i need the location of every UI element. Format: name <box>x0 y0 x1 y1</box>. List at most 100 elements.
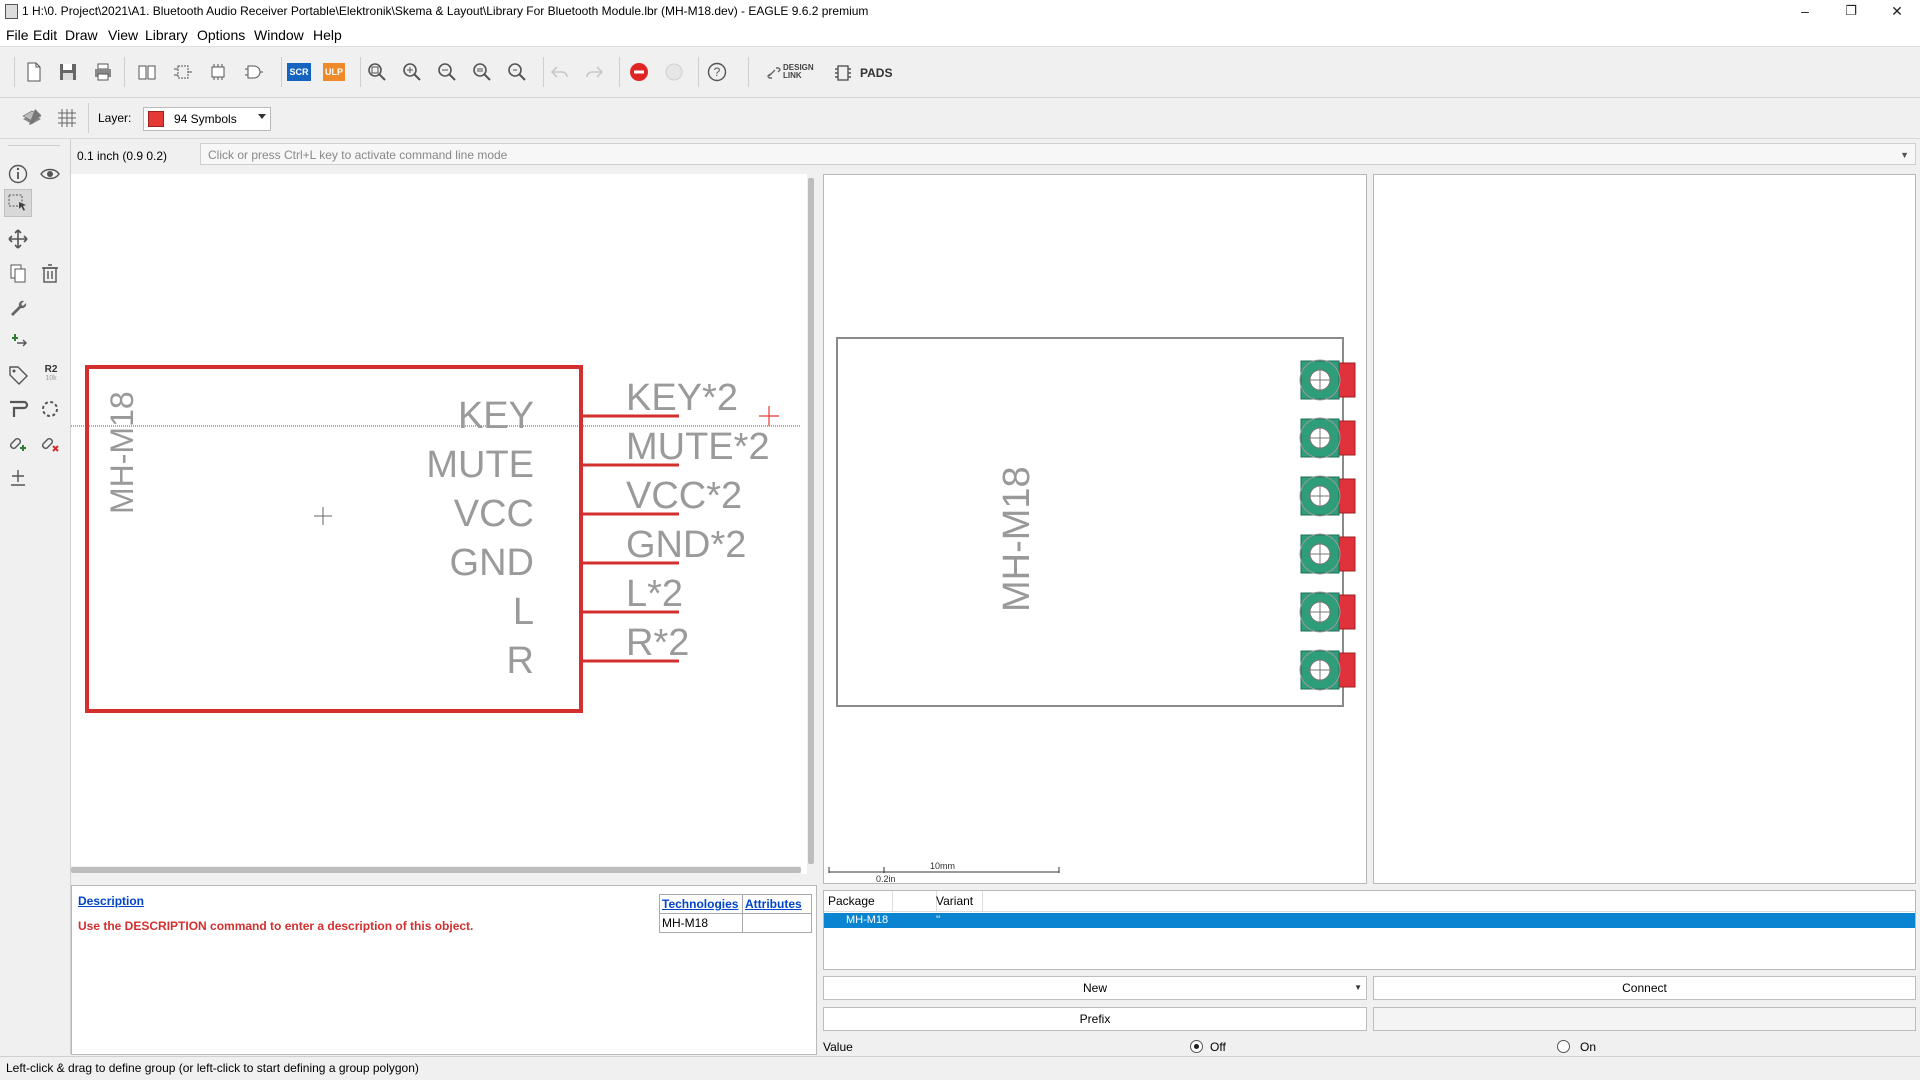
close-button[interactable]: ✕ <box>1874 0 1920 22</box>
menu-help[interactable]: Help <box>313 27 342 43</box>
minimize-button[interactable]: – <box>1782 0 1828 22</box>
parameter-toolbar: Layer: <box>0 98 1920 139</box>
command-history-chevron-icon[interactable]: ▼ <box>1900 144 1909 166</box>
symbol-hscroll-thumb[interactable] <box>71 867 801 873</box>
menu-file[interactable]: File <box>6 27 29 43</box>
copy-icon[interactable] <box>4 259 32 287</box>
print-icon[interactable] <box>89 58 117 86</box>
delete-icon[interactable] <box>36 259 64 287</box>
prefix-field[interactable] <box>1373 1007 1916 1031</box>
menu-bar: File Edit Draw View Library Options Wind… <box>0 22 1920 47</box>
value-on-label[interactable]: On <box>1580 1040 1596 1054</box>
package-outline <box>836 337 1344 707</box>
column-package[interactable]: Package <box>828 894 875 908</box>
zoom-out-icon[interactable] <box>433 58 461 86</box>
pad-6[interactable] <box>1299 649 1356 691</box>
value-tool-icon[interactable]: R2 10k <box>38 364 64 383</box>
group-select-button[interactable] <box>4 189 32 217</box>
pad-3[interactable] <box>1299 475 1356 517</box>
go-icon[interactable] <box>660 58 688 86</box>
zoom-fit-icon[interactable] <box>363 58 391 86</box>
value-on-radio[interactable] <box>1557 1040 1570 1053</box>
group-select-icon <box>8 194 26 211</box>
name-tag-icon[interactable] <box>4 361 32 389</box>
chevron-down-icon <box>258 114 266 119</box>
restore-button[interactable]: ❐ <box>1828 0 1874 22</box>
zoom-in-icon[interactable] <box>398 58 426 86</box>
pad-5[interactable] <box>1299 591 1356 633</box>
menu-draw[interactable]: Draw <box>65 27 98 43</box>
connect-button[interactable]: Connect <box>1373 976 1916 1000</box>
info-icon[interactable] <box>4 160 32 188</box>
cursor-crosshair <box>759 406 779 426</box>
package-row[interactable]: MH-M18 '' <box>824 913 1915 928</box>
mark-origin-icon[interactable] <box>4 463 32 491</box>
ulp-icon[interactable]: ULP <box>320 58 348 86</box>
symbol-vscrollbar[interactable] <box>807 174 815 864</box>
grid-icon[interactable] <box>53 104 81 132</box>
package-list: Package Variant MH-M18 '' <box>823 890 1916 970</box>
menu-window[interactable]: Window <box>254 27 304 43</box>
symbol-editor-icon[interactable] <box>169 58 197 86</box>
circle-draw-icon[interactable] <box>36 395 64 423</box>
move-icon[interactable] <box>4 225 32 253</box>
menu-edit[interactable]: Edit <box>33 27 57 43</box>
package-editor-icon[interactable] <box>204 58 232 86</box>
left-toolbar: R2 10k <box>0 139 71 1054</box>
show-eye-icon[interactable] <box>36 160 64 188</box>
device-editor-icon[interactable] <box>240 58 268 86</box>
new-file-icon[interactable] <box>20 58 48 86</box>
new-button[interactable]: New ▼ <box>823 976 1367 1000</box>
value-off-radio[interactable] <box>1190 1040 1203 1053</box>
help-icon[interactable]: ? <box>703 58 731 86</box>
pads-label[interactable]: PADS <box>860 66 892 80</box>
column-variant[interactable]: Variant <box>936 894 973 908</box>
design-link-label[interactable]: DESIGN LINK <box>783 64 814 80</box>
technologies-link[interactable]: Technologies <box>662 897 738 911</box>
package-row-variant: '' <box>936 914 941 926</box>
pad-4[interactable] <box>1299 533 1356 575</box>
add-pin-icon[interactable] <box>4 327 32 355</box>
pin-name-mute: MUTE <box>426 444 534 486</box>
zoom-select-icon[interactable] <box>503 58 531 86</box>
prefix-button[interactable]: Prefix <box>823 1007 1367 1031</box>
menu-options[interactable]: Options <box>197 27 245 43</box>
origin-cross <box>314 507 332 525</box>
description-link[interactable]: Description <box>78 894 144 908</box>
menu-library[interactable]: Library <box>145 27 188 43</box>
connect-remove-icon[interactable] <box>36 429 64 457</box>
description-pane: Description Use the DESCRIPTION command … <box>71 885 817 1055</box>
save-icon[interactable] <box>54 58 82 86</box>
attribute-value[interactable] <box>742 913 812 933</box>
connect-add-icon[interactable] <box>4 429 32 457</box>
layer-select[interactable]: 94 Symbols <box>143 107 271 131</box>
scale-label-mm: 10mm <box>930 861 955 871</box>
stop-icon[interactable] <box>625 58 653 86</box>
symbol-vscroll-thumb[interactable] <box>808 178 814 864</box>
pad-2[interactable] <box>1299 417 1356 459</box>
pads-icon[interactable] <box>834 64 852 82</box>
pin-label-gnd: GND*2 <box>626 524 746 566</box>
menu-view[interactable]: View <box>108 27 138 43</box>
technology-value[interactable]: MH-M18 <box>659 913 743 933</box>
pin-label-l: L*2 <box>626 573 683 615</box>
wrench-icon[interactable] <box>4 293 32 321</box>
layer-settings-icon[interactable] <box>18 104 46 132</box>
redo-icon[interactable] <box>580 58 608 86</box>
value-tool-sublabel: 10k <box>45 375 57 382</box>
library-book-icon[interactable] <box>133 58 161 86</box>
undo-icon[interactable] <box>546 58 574 86</box>
zoom-redraw-icon[interactable] <box>468 58 496 86</box>
design-link-icon[interactable] <box>766 65 784 81</box>
attributes-link[interactable]: Attributes <box>745 897 802 911</box>
status-bar: Left-click & drag to define group (or le… <box>0 1056 1920 1080</box>
command-line-input[interactable]: Click or press Ctrl+L key to activate co… <box>200 143 1916 165</box>
ulp-label: ULP <box>323 63 345 81</box>
symbol-hscrollbar[interactable] <box>71 866 801 874</box>
symbol-canvas[interactable]: MH-M18 KEY KEY*2 MUTE MUTE*2 VCC VCC*2 GND GND*… <box>71 174 815 874</box>
value-off-label[interactable]: Off <box>1210 1040 1226 1054</box>
pad-1[interactable] <box>1299 359 1356 401</box>
script-icon[interactable]: SCR <box>285 58 313 86</box>
pin-label-key: KEY*2 <box>626 377 738 419</box>
line-draw-icon[interactable] <box>4 395 32 423</box>
